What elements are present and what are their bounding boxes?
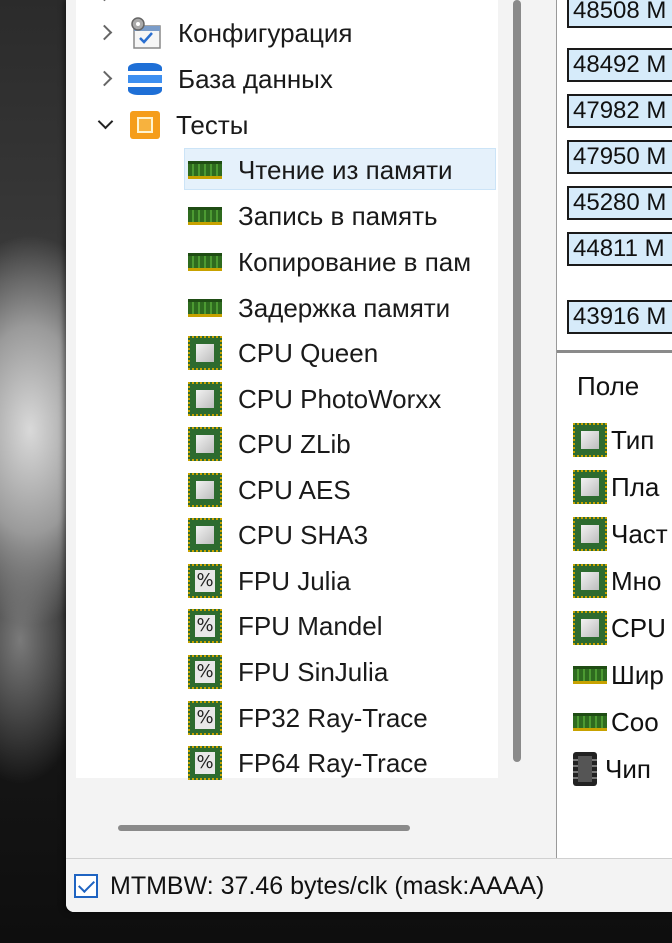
database-icon	[128, 63, 162, 95]
field-label: Част	[611, 518, 668, 549]
tree-item-fpu-mandel[interactable]: FPU Mandel	[188, 606, 383, 646]
field-row[interactable]: Пла	[573, 467, 659, 507]
tree-item-cpu-queen[interactable]: CPU Queen	[188, 333, 378, 373]
tree-item-config[interactable]: Конфигурация	[96, 13, 352, 53]
chevron-right-icon[interactable]	[96, 70, 114, 88]
field-label: Мно	[611, 565, 662, 596]
fpu-icon	[188, 701, 222, 735]
field-label: Чип	[605, 753, 651, 784]
tree-item-fp64-raytrace[interactable]: FP64 Ray-Trace	[188, 743, 428, 783]
tests-icon	[130, 111, 160, 139]
field-row[interactable]: Шир	[573, 655, 664, 695]
tree-panel: Конфигурация База данных Тесты Чтение из…	[76, 0, 498, 780]
tree-item-label: CPU PhotoWorxx	[238, 383, 442, 414]
panel-splitter[interactable]	[557, 350, 672, 353]
field-row[interactable]: Чип	[573, 749, 651, 789]
field-row[interactable]: Соо	[573, 702, 659, 742]
tree-item-label: FPU SinJulia	[238, 656, 389, 687]
tree-item-cpu-sha3[interactable]: CPU SHA3	[188, 515, 368, 555]
status-checkbox[interactable]	[74, 874, 98, 898]
aida64-window: Конфигурация База данных Тесты Чтение из…	[66, 0, 672, 912]
cpu-icon	[573, 611, 607, 645]
tree-item-label: CPU Queen	[238, 337, 379, 368]
tree-item-partial[interactable]	[96, 0, 114, 14]
field-row[interactable]: Част	[573, 514, 668, 554]
cpu-icon	[573, 423, 607, 457]
tree-item-memory-write[interactable]: Запись в память	[188, 196, 438, 236]
tree-item-memory-latency[interactable]: Задержка памяти	[188, 288, 450, 328]
ram-icon	[573, 713, 607, 731]
ram-icon	[188, 161, 222, 179]
chevron-down-icon[interactable]	[96, 116, 114, 134]
tree-item-cpu-zlib[interactable]: CPU ZLib	[188, 424, 351, 464]
field-column-header[interactable]: Поле	[577, 366, 639, 406]
result-value: 47982 M	[567, 94, 672, 128]
tree-item-label: CPU AES	[238, 474, 351, 505]
tree-horizontal-scrollbar[interactable]	[118, 825, 410, 831]
ram-icon	[188, 207, 222, 225]
tree-item-label: Запись в память	[238, 200, 438, 231]
tree-item-label: FPU Mandel	[238, 610, 383, 641]
tree-item-database[interactable]: База данных	[96, 59, 333, 99]
field-label: CPU	[611, 612, 666, 643]
results-panel: 48508 M 48492 M 47982 M 47950 M 45280 M …	[556, 0, 672, 858]
field-label: Тип	[611, 424, 655, 455]
fpu-icon	[188, 609, 222, 643]
tree-item-label: FPU Julia	[238, 565, 351, 596]
field-label: Пла	[611, 471, 660, 502]
tree-item-label: Тесты	[176, 109, 249, 140]
field-label: Соо	[611, 706, 659, 737]
status-text: MTMBW: 37.46 bytes/clk (mask:AAAA)	[110, 871, 545, 900]
tree-item-memory-copy[interactable]: Копирование в пам	[188, 242, 496, 282]
cpu-icon	[573, 517, 607, 551]
field-row[interactable]: Мно	[573, 561, 661, 601]
tree-item-label: FP64 Ray-Trace	[238, 747, 428, 778]
tree-item-memory-read[interactable]: Чтение из памяти	[188, 150, 453, 190]
tree-item-label: CPU SHA3	[238, 519, 369, 550]
tree-item-label: CPU ZLib	[238, 428, 351, 459]
tree-item-label: База данных	[178, 63, 333, 94]
cpu-icon	[188, 336, 222, 370]
result-value: 44811 M	[567, 232, 672, 266]
tree-item-label: Чтение из памяти	[238, 154, 453, 185]
result-value: 47950 M	[567, 140, 672, 174]
result-value: 48492 M	[567, 48, 672, 82]
result-value: 43916 M	[567, 300, 672, 334]
tree-item-label: Копирование в пам	[238, 246, 472, 277]
tree-item-cpu-aes[interactable]: CPU AES	[188, 470, 351, 510]
tree-item-fp32-raytrace[interactable]: FP32 Ray-Trace	[188, 698, 428, 738]
tree-vertical-scrollbar[interactable]	[513, 0, 521, 762]
status-bar: MTMBW: 37.46 bytes/clk (mask:AAAA)	[66, 858, 672, 912]
cpu-icon	[573, 564, 607, 598]
tree-item-label: Конфигурация	[178, 17, 353, 48]
ram-icon	[188, 299, 222, 317]
chevron-right-icon[interactable]	[96, 0, 114, 3]
ram-icon	[573, 666, 607, 684]
field-row[interactable]: Тип	[573, 420, 654, 460]
config-icon	[128, 16, 164, 50]
tree-item-label: Задержка памяти	[238, 292, 451, 323]
cpu-icon	[188, 382, 222, 416]
ram-icon	[188, 253, 222, 271]
field-label: Шир	[611, 659, 664, 690]
cpu-icon	[188, 473, 222, 507]
field-row[interactable]: CPU	[573, 608, 666, 648]
result-value: 48508 M	[567, 0, 672, 28]
fpu-icon	[188, 746, 222, 780]
cpu-icon	[188, 518, 222, 552]
tree-item-fpu-sinjulia[interactable]: FPU SinJulia	[188, 652, 388, 692]
tree-item-cpu-photoworxx[interactable]: CPU PhotoWorxx	[188, 379, 441, 419]
chip-icon	[573, 752, 597, 786]
tree-item-label: FP32 Ray-Trace	[238, 702, 428, 733]
tree-item-fpu-julia[interactable]: FPU Julia	[188, 561, 351, 601]
fpu-icon	[188, 655, 222, 689]
result-value: 45280 M	[567, 186, 672, 220]
fpu-icon	[188, 564, 222, 598]
cpu-icon	[573, 470, 607, 504]
cpu-icon	[188, 427, 222, 461]
tree-item-tests[interactable]: Тесты	[96, 105, 248, 145]
chevron-right-icon[interactable]	[96, 24, 114, 42]
